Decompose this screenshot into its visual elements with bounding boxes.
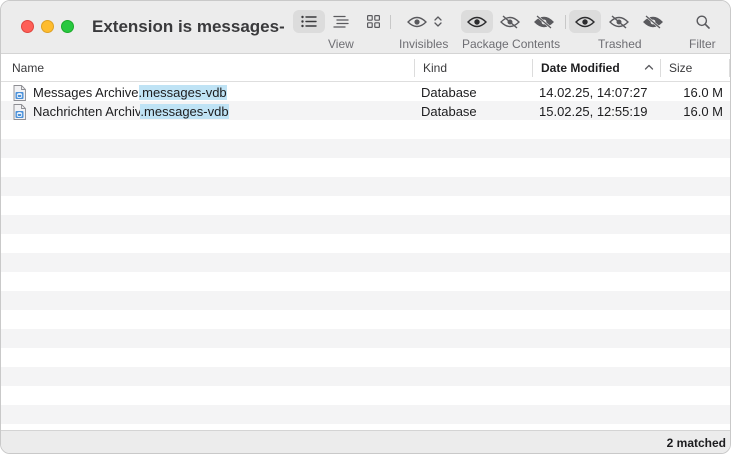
- row-stripe: [1, 386, 730, 405]
- column-header-date-modified[interactable]: Date Modified: [541, 54, 620, 82]
- minimize-window-button[interactable]: [41, 20, 54, 33]
- list-view-icon: [301, 15, 317, 28]
- invisibles-label: Invisibles: [399, 37, 449, 51]
- table-row[interactable]: Nachrichten Archiv.messages-vdb Database…: [1, 102, 730, 121]
- search-icon: [696, 15, 710, 29]
- eye-slash-icon: [500, 14, 520, 29]
- grid-view-icon: [366, 15, 380, 28]
- status-bar: 2 matched: [1, 430, 730, 453]
- close-window-button[interactable]: [21, 20, 34, 33]
- package-contents-only-button[interactable]: [528, 10, 560, 33]
- column-divider[interactable]: [660, 59, 661, 77]
- invisibles-popup-button[interactable]: [401, 10, 449, 33]
- toolbar-divider: [390, 15, 391, 29]
- window-title: Extension is messages-v...: [92, 17, 284, 36]
- trashed-only-button[interactable]: [637, 10, 669, 33]
- column-header-size[interactable]: Size: [669, 54, 692, 82]
- list-view-button[interactable]: [293, 10, 325, 33]
- table-header: Name Kind Date Modified Size: [1, 54, 730, 82]
- file-kind: Database: [421, 85, 477, 100]
- file-date-modified: 14.02.25, 14:07:27: [539, 85, 648, 100]
- grid-view-button[interactable]: [357, 10, 389, 33]
- column-header-name[interactable]: Name: [12, 54, 44, 82]
- toolbar-divider: [565, 15, 566, 29]
- row-stripe: [1, 329, 730, 348]
- outline-view-button[interactable]: [325, 10, 357, 33]
- row-stripe: [1, 158, 730, 177]
- row-stripe: [1, 215, 730, 234]
- file-size: 16.0 M: [683, 85, 723, 100]
- eye-icon: [575, 16, 595, 27]
- database-file-icon: [13, 104, 26, 120]
- table-row[interactable]: Messages Archive.messages-vdb Database 1…: [1, 83, 730, 102]
- file-size: 16.0 M: [683, 104, 723, 119]
- package-contents-label: Package Contents: [462, 37, 561, 51]
- trashed-hide-button[interactable]: [603, 10, 635, 33]
- match-count: 2 matched: [666, 436, 726, 450]
- eye-crossed-filled-icon: [534, 14, 554, 29]
- eye-crossed-filled-icon: [643, 14, 663, 29]
- filter-label: Filter: [689, 37, 716, 51]
- view-label: View: [328, 37, 354, 51]
- row-stripe: [1, 291, 730, 310]
- row-stripe: [1, 348, 730, 367]
- eye-icon: [407, 16, 427, 27]
- row-stripe: [1, 310, 730, 329]
- trashed-show-button[interactable]: [569, 10, 601, 33]
- package-contents-show-button[interactable]: [461, 10, 493, 33]
- eye-slash-icon: [609, 14, 629, 29]
- file-name: Messages Archive.messages-vdb: [33, 83, 227, 102]
- row-stripe: [1, 120, 730, 139]
- row-stripe: [1, 177, 730, 196]
- row-stripe: [1, 253, 730, 272]
- file-date-modified: 15.02.25, 12:55:19: [539, 104, 648, 119]
- row-stripe: [1, 234, 730, 253]
- results-list[interactable]: Messages Archive.messages-vdb Database 1…: [1, 82, 730, 430]
- column-divider[interactable]: [414, 59, 415, 77]
- file-name: Nachrichten Archiv.messages-vdb: [33, 102, 229, 121]
- row-stripe: [1, 405, 730, 424]
- eye-icon: [467, 16, 487, 27]
- row-stripe: [1, 367, 730, 386]
- row-stripe: [1, 272, 730, 291]
- sort-ascending-icon: [644, 64, 654, 70]
- row-stripe: [1, 196, 730, 215]
- filter-button[interactable]: [687, 10, 719, 33]
- match-highlight: .messages-vdb: [140, 104, 229, 119]
- column-divider[interactable]: [532, 59, 533, 77]
- file-kind: Database: [421, 104, 477, 119]
- trashed-label: Trashed: [598, 37, 642, 51]
- row-stripe: [1, 139, 730, 158]
- database-file-icon: [13, 85, 26, 101]
- file-name-prefix: Nachrichten Archiv: [33, 104, 141, 119]
- find-window: Extension is messages-v... View: [0, 0, 731, 454]
- match-highlight: .messages-vdb: [138, 85, 227, 100]
- column-divider[interactable]: [729, 59, 730, 77]
- up-down-chevron-icon: [434, 16, 442, 27]
- outline-view-icon: [333, 15, 349, 28]
- toolbar: Extension is messages-v... View: [1, 1, 730, 54]
- zoom-window-button[interactable]: [61, 20, 74, 33]
- column-header-kind[interactable]: Kind: [423, 54, 447, 82]
- package-contents-hide-button[interactable]: [494, 10, 526, 33]
- file-name-prefix: Messages Archive: [33, 85, 139, 100]
